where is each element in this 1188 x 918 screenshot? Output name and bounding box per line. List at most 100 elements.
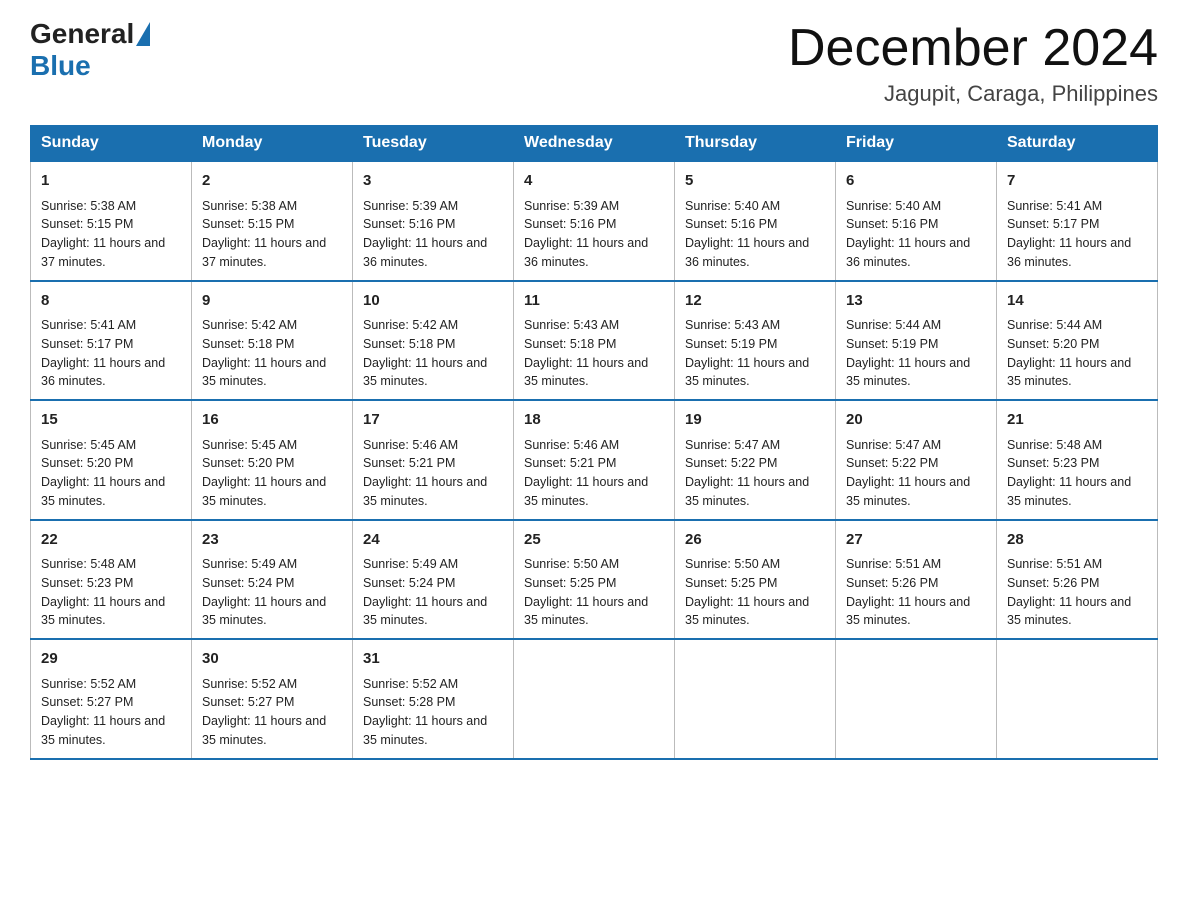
calendar-cell: 23 Sunrise: 5:49 AMSunset: 5:24 PMDayligh…	[192, 520, 353, 640]
calendar-cell: 12Sunrise: 5:43 AMSunset: 5:19 PMDayligh…	[675, 281, 836, 401]
day-info: Sunrise: 5:45 AMSunset: 5:20 PMDaylight:…	[41, 436, 181, 511]
calendar-cell: 7 Sunrise: 5:41 AMSunset: 5:17 PMDaylight…	[997, 161, 1158, 281]
day-info: Sunrise: 5:46 AMSunset: 5:21 PMDaylight:…	[524, 436, 664, 511]
day-number: 9	[202, 290, 342, 313]
calendar-cell	[514, 639, 675, 759]
calendar-header-friday: Friday	[836, 126, 997, 162]
calendar-week-row: 1 Sunrise: 5:38 AMSunset: 5:15 PMDaylight…	[31, 161, 1158, 281]
calendar-cell: 22 Sunrise: 5:48 AMSunset: 5:23 PMDayligh…	[31, 520, 192, 640]
calendar-cell: 15 Sunrise: 5:45 AMSunset: 5:20 PMDayligh…	[31, 400, 192, 520]
day-info: Sunrise: 5:48 AMSunset: 5:23 PMDaylight:…	[1007, 436, 1147, 511]
day-info: Sunrise: 5:40 AMSunset: 5:16 PMDaylight:…	[846, 197, 986, 272]
day-number: 15	[41, 409, 181, 432]
day-number: 30	[202, 648, 342, 671]
calendar-cell: 18 Sunrise: 5:46 AMSunset: 5:21 PMDayligh…	[514, 400, 675, 520]
day-info: Sunrise: 5:47 AMSunset: 5:22 PMDaylight:…	[846, 436, 986, 511]
day-number: 5	[685, 170, 825, 193]
day-number: 27	[846, 529, 986, 552]
day-info: Sunrise: 5:43 AMSunset: 5:19 PMDaylight:…	[685, 316, 825, 391]
calendar-header-wednesday: Wednesday	[514, 126, 675, 162]
day-number: 13	[846, 290, 986, 313]
day-number: 31	[363, 648, 503, 671]
header: General Blue December 2024 Jagupit, Cara…	[30, 20, 1158, 107]
calendar-cell: 29 Sunrise: 5:52 AMSunset: 5:27 PMDayligh…	[31, 639, 192, 759]
day-info: Sunrise: 5:44 AMSunset: 5:20 PMDaylight:…	[1007, 316, 1147, 391]
day-number: 26	[685, 529, 825, 552]
calendar-cell: 14 Sunrise: 5:44 AMSunset: 5:20 PMDayligh…	[997, 281, 1158, 401]
day-info: Sunrise: 5:48 AMSunset: 5:23 PMDaylight:…	[41, 555, 181, 630]
calendar-table: SundayMondayTuesdayWednesdayThursdayFrid…	[30, 125, 1158, 760]
calendar-week-row: 22 Sunrise: 5:48 AMSunset: 5:23 PMDayligh…	[31, 520, 1158, 640]
day-number: 7	[1007, 170, 1147, 193]
day-info: Sunrise: 5:41 AMSunset: 5:17 PMDaylight:…	[1007, 197, 1147, 272]
day-number: 3	[363, 170, 503, 193]
calendar-cell	[675, 639, 836, 759]
logo-triangle-icon	[136, 22, 150, 46]
day-number: 6	[846, 170, 986, 193]
day-info: Sunrise: 5:50 AMSunset: 5:25 PMDaylight:…	[685, 555, 825, 630]
day-info: Sunrise: 5:43 AMSunset: 5:18 PMDaylight:…	[524, 316, 664, 391]
calendar-cell: 10 Sunrise: 5:42 AMSunset: 5:18 PMDayligh…	[353, 281, 514, 401]
day-number: 16	[202, 409, 342, 432]
day-number: 28	[1007, 529, 1147, 552]
calendar-cell: 20 Sunrise: 5:47 AMSunset: 5:22 PMDayligh…	[836, 400, 997, 520]
day-info: Sunrise: 5:40 AMSunset: 5:16 PMDaylight:…	[685, 197, 825, 272]
day-number: 1	[41, 170, 181, 193]
logo-general: General	[30, 20, 134, 48]
day-number: 10	[363, 290, 503, 313]
day-info: Sunrise: 5:49 AMSunset: 5:24 PMDaylight:…	[202, 555, 342, 630]
calendar-header-monday: Monday	[192, 126, 353, 162]
day-number: 23	[202, 529, 342, 552]
calendar-cell: 1Sunrise: 5:38 AMSunset: 5:15 PMDaylight…	[31, 161, 192, 281]
month-title: December 2024	[788, 20, 1158, 77]
logo-text: General	[30, 20, 150, 48]
day-info: Sunrise: 5:44 AMSunset: 5:19 PMDaylight:…	[846, 316, 986, 391]
calendar-cell: 8Sunrise: 5:41 AMSunset: 5:17 PMDaylight…	[31, 281, 192, 401]
day-number: 14	[1007, 290, 1147, 313]
logo-area: General Blue	[30, 20, 150, 82]
calendar-week-row: 29 Sunrise: 5:52 AMSunset: 5:27 PMDayligh…	[31, 639, 1158, 759]
day-number: 21	[1007, 409, 1147, 432]
calendar-header-thursday: Thursday	[675, 126, 836, 162]
day-info: Sunrise: 5:51 AMSunset: 5:26 PMDaylight:…	[846, 555, 986, 630]
day-info: Sunrise: 5:52 AMSunset: 5:28 PMDaylight:…	[363, 675, 503, 750]
day-info: Sunrise: 5:52 AMSunset: 5:27 PMDaylight:…	[202, 675, 342, 750]
calendar-cell: 16 Sunrise: 5:45 AMSunset: 5:20 PMDayligh…	[192, 400, 353, 520]
calendar-week-row: 8Sunrise: 5:41 AMSunset: 5:17 PMDaylight…	[31, 281, 1158, 401]
calendar-cell: 28 Sunrise: 5:51 AMSunset: 5:26 PMDayligh…	[997, 520, 1158, 640]
calendar-cell: 24Sunrise: 5:49 AMSunset: 5:24 PMDayligh…	[353, 520, 514, 640]
calendar-cell: 30 Sunrise: 5:52 AMSunset: 5:27 PMDayligh…	[192, 639, 353, 759]
day-number: 22	[41, 529, 181, 552]
day-info: Sunrise: 5:42 AMSunset: 5:18 PMDaylight:…	[363, 316, 503, 391]
day-info: Sunrise: 5:49 AMSunset: 5:24 PMDaylight:…	[363, 555, 503, 630]
calendar-cell: 2Sunrise: 5:38 AMSunset: 5:15 PMDaylight…	[192, 161, 353, 281]
day-info: Sunrise: 5:50 AMSunset: 5:25 PMDaylight:…	[524, 555, 664, 630]
calendar-header-sunday: Sunday	[31, 126, 192, 162]
day-info: Sunrise: 5:46 AMSunset: 5:21 PMDaylight:…	[363, 436, 503, 511]
day-info: Sunrise: 5:47 AMSunset: 5:22 PMDaylight:…	[685, 436, 825, 511]
calendar-cell: 31 Sunrise: 5:52 AMSunset: 5:28 PMDayligh…	[353, 639, 514, 759]
day-number: 18	[524, 409, 664, 432]
calendar-cell: 5 Sunrise: 5:40 AMSunset: 5:16 PMDaylight…	[675, 161, 836, 281]
day-info: Sunrise: 5:38 AMSunset: 5:15 PMDaylight:…	[202, 197, 342, 272]
calendar-cell: 13 Sunrise: 5:44 AMSunset: 5:19 PMDayligh…	[836, 281, 997, 401]
day-info: Sunrise: 5:51 AMSunset: 5:26 PMDaylight:…	[1007, 555, 1147, 630]
logo-blue: Blue	[30, 50, 91, 82]
calendar-cell: 17 Sunrise: 5:46 AMSunset: 5:21 PMDayligh…	[353, 400, 514, 520]
day-info: Sunrise: 5:52 AMSunset: 5:27 PMDaylight:…	[41, 675, 181, 750]
day-info: Sunrise: 5:39 AMSunset: 5:16 PMDaylight:…	[524, 197, 664, 272]
day-number: 19	[685, 409, 825, 432]
day-info: Sunrise: 5:45 AMSunset: 5:20 PMDaylight:…	[202, 436, 342, 511]
day-number: 17	[363, 409, 503, 432]
location-title: Jagupit, Caraga, Philippines	[788, 81, 1158, 107]
calendar-cell: 11 Sunrise: 5:43 AMSunset: 5:18 PMDayligh…	[514, 281, 675, 401]
calendar-cell: 4Sunrise: 5:39 AMSunset: 5:16 PMDaylight…	[514, 161, 675, 281]
calendar-cell: 9Sunrise: 5:42 AMSunset: 5:18 PMDaylight…	[192, 281, 353, 401]
day-number: 29	[41, 648, 181, 671]
day-number: 20	[846, 409, 986, 432]
day-number: 11	[524, 290, 664, 313]
calendar-cell: 3Sunrise: 5:39 AMSunset: 5:16 PMDaylight…	[353, 161, 514, 281]
calendar-cell	[997, 639, 1158, 759]
title-area: December 2024 Jagupit, Caraga, Philippin…	[788, 20, 1158, 107]
calendar-cell: 25Sunrise: 5:50 AMSunset: 5:25 PMDayligh…	[514, 520, 675, 640]
